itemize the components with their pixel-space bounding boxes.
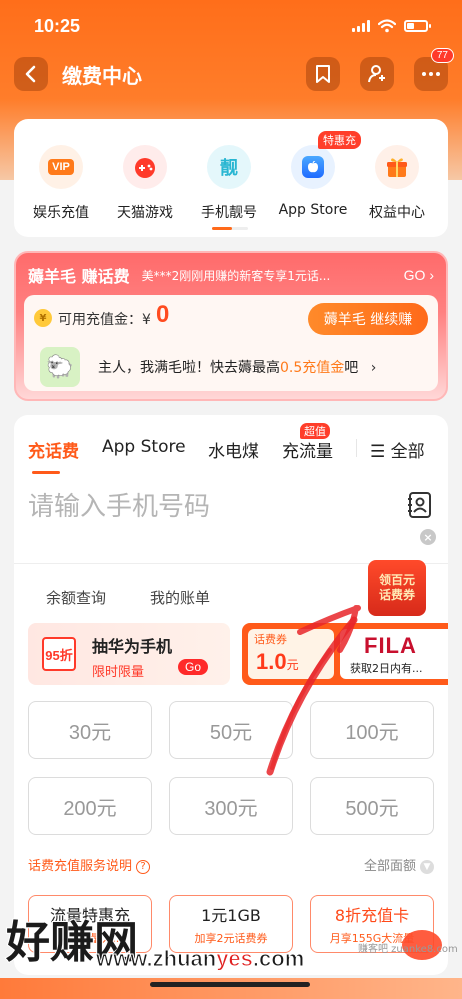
coin-icon: ¥ bbox=[34, 309, 52, 327]
clear-input-icon[interactable]: × bbox=[420, 529, 436, 545]
chevron-down-icon: ▼ bbox=[420, 859, 434, 874]
banner-subtitle: 限时限量 bbox=[92, 665, 145, 680]
phone-bill-coupon: 话费券 1.0元 bbox=[248, 629, 334, 679]
fila-panel: FILA 获取2日内有... bbox=[340, 629, 448, 679]
entry-app-store[interactable]: 特惠充 App Store bbox=[270, 131, 361, 218]
service-info-link[interactable]: 话费充值服务说明? bbox=[28, 855, 151, 874]
gamepad-icon bbox=[123, 145, 167, 189]
balance-label: 可用充值金：¥ bbox=[58, 312, 151, 328]
my-bill-link[interactable]: 我的账单 bbox=[150, 587, 210, 608]
entry-lucky-number[interactable]: 靓 手机靓号 bbox=[186, 145, 272, 222]
tab-phone-bill[interactable]: 充话费 bbox=[28, 437, 79, 462]
sheep-message[interactable]: 主人，我满毛啦！快去薅最高0.5充值金吧 › bbox=[98, 357, 376, 377]
entry-rights-center[interactable]: 权益中心 bbox=[354, 145, 440, 222]
all-amounts-toggle[interactable]: 全部面额 ▼ bbox=[364, 855, 434, 874]
home-indicator bbox=[150, 982, 310, 987]
tab-all[interactable]: ☰ 全部 bbox=[370, 437, 425, 462]
banner-go-button[interactable]: Go bbox=[178, 659, 209, 675]
page-title: 缴费中心 bbox=[62, 63, 142, 88]
tab-utilities[interactable]: 水电煤 bbox=[208, 437, 259, 462]
super-value-tag: 超值 bbox=[300, 423, 330, 439]
amount-option[interactable]: 100元 bbox=[310, 701, 434, 759]
menu-icon: ☰ bbox=[370, 442, 386, 462]
wool-promo-card: 薅羊毛 赚话费 美***2刚刚用赚的新客专享1元话... GO › ¥ 可用充值… bbox=[14, 251, 448, 401]
apple-icon bbox=[291, 145, 335, 189]
account-links: 余额查询 我的账单 bbox=[46, 587, 210, 608]
liang-icon: 靓 bbox=[207, 145, 251, 189]
scroll-indicator bbox=[212, 227, 248, 230]
forum-watermark: 赚客吧 zuanke8.com bbox=[358, 944, 458, 955]
balance-value: 0 bbox=[156, 301, 170, 328]
banner-title: 抽华为手机 bbox=[92, 637, 173, 656]
battery-icon bbox=[404, 20, 431, 32]
contacts-icon[interactable] bbox=[406, 491, 434, 519]
promo-go-link[interactable]: GO › bbox=[404, 267, 434, 283]
vip-icon: VIP bbox=[39, 145, 83, 189]
recharge-tabs: 充话费 App Store 水电煤 充流量 超值 ☰ 全部 bbox=[14, 423, 448, 474]
continue-earn-button[interactable]: 薅羊毛 继续赚 bbox=[308, 303, 428, 335]
chevron-right-icon: › bbox=[370, 360, 377, 376]
active-tab-indicator bbox=[32, 471, 60, 474]
fila-coupon-banner[interactable]: 话费券 1.0元 FILA 获取2日内有... bbox=[242, 623, 448, 685]
back-arrow-icon bbox=[25, 65, 36, 83]
amount-option[interactable]: 500元 bbox=[310, 777, 434, 835]
user-icon bbox=[368, 65, 385, 83]
message-count-badge: 77 bbox=[430, 48, 454, 63]
more-button[interactable]: 77 bbox=[414, 48, 454, 91]
balance-query-link[interactable]: 余额查询 bbox=[46, 587, 106, 608]
status-bar: 10:25 bbox=[0, 0, 462, 52]
question-icon: ? bbox=[136, 859, 151, 874]
entry-tmall-games[interactable]: 天猫游戏 bbox=[102, 145, 188, 222]
user-service-button[interactable] bbox=[360, 57, 394, 91]
amount-option[interactable]: 50元 bbox=[169, 701, 293, 759]
recharge-card: 充话费 App Store 水电煤 充流量 超值 ☰ 全部 × 余额查询 我的账… bbox=[14, 415, 448, 975]
more-dots-icon bbox=[422, 72, 440, 76]
wifi-icon bbox=[378, 19, 396, 33]
signal-icon bbox=[352, 20, 370, 32]
amount-option[interactable]: 300元 bbox=[169, 777, 293, 835]
entry-entertainment-recharge[interactable]: VIP 娱乐充值 bbox=[18, 145, 104, 222]
huawei-lottery-banner[interactable]: 95折 抽华为手机 限时限量 Go bbox=[28, 623, 230, 685]
status-icons bbox=[352, 19, 431, 33]
amount-option[interactable]: 30元 bbox=[28, 701, 152, 759]
tab-app-store[interactable]: App Store bbox=[102, 437, 186, 457]
amount-option[interactable]: 200元 bbox=[28, 777, 152, 835]
discount-chip: 95折 bbox=[42, 637, 76, 671]
bookmark-icon bbox=[316, 65, 330, 83]
promo-balance-panel: ¥ 可用充值金：¥ 0 薅羊毛 继续赚 🐑 主人，我满毛啦！快去薅最高0.5充值… bbox=[24, 295, 438, 391]
hundred-coupon-float[interactable]: 领百元 话费券 bbox=[368, 560, 426, 616]
tab-data[interactable]: 充流量 bbox=[282, 437, 333, 462]
promo-marquee: 美***2刚刚用赚的新客专享1元话... bbox=[141, 268, 331, 283]
gift-icon bbox=[375, 145, 419, 189]
phone-number-input[interactable] bbox=[28, 485, 398, 529]
fila-logo: FILA bbox=[364, 633, 417, 658]
fila-desc: 获取2日内有... bbox=[350, 662, 423, 675]
service-row: 话费充值服务说明? 全部面额 ▼ bbox=[28, 855, 434, 877]
nav-bar: 缴费中心 77 bbox=[14, 48, 454, 92]
back-button[interactable] bbox=[14, 57, 48, 91]
status-time: 10:25 bbox=[34, 15, 81, 36]
promo-title: 薅羊毛 赚话费 bbox=[28, 267, 130, 286]
sheep-icon: 🐑 bbox=[40, 347, 80, 387]
quick-entry-card: VIP 娱乐充值 天猫游戏 靓 手机靓号 特惠充 App Store 权益中心 bbox=[14, 119, 448, 237]
bookmark-button[interactable] bbox=[306, 57, 340, 91]
